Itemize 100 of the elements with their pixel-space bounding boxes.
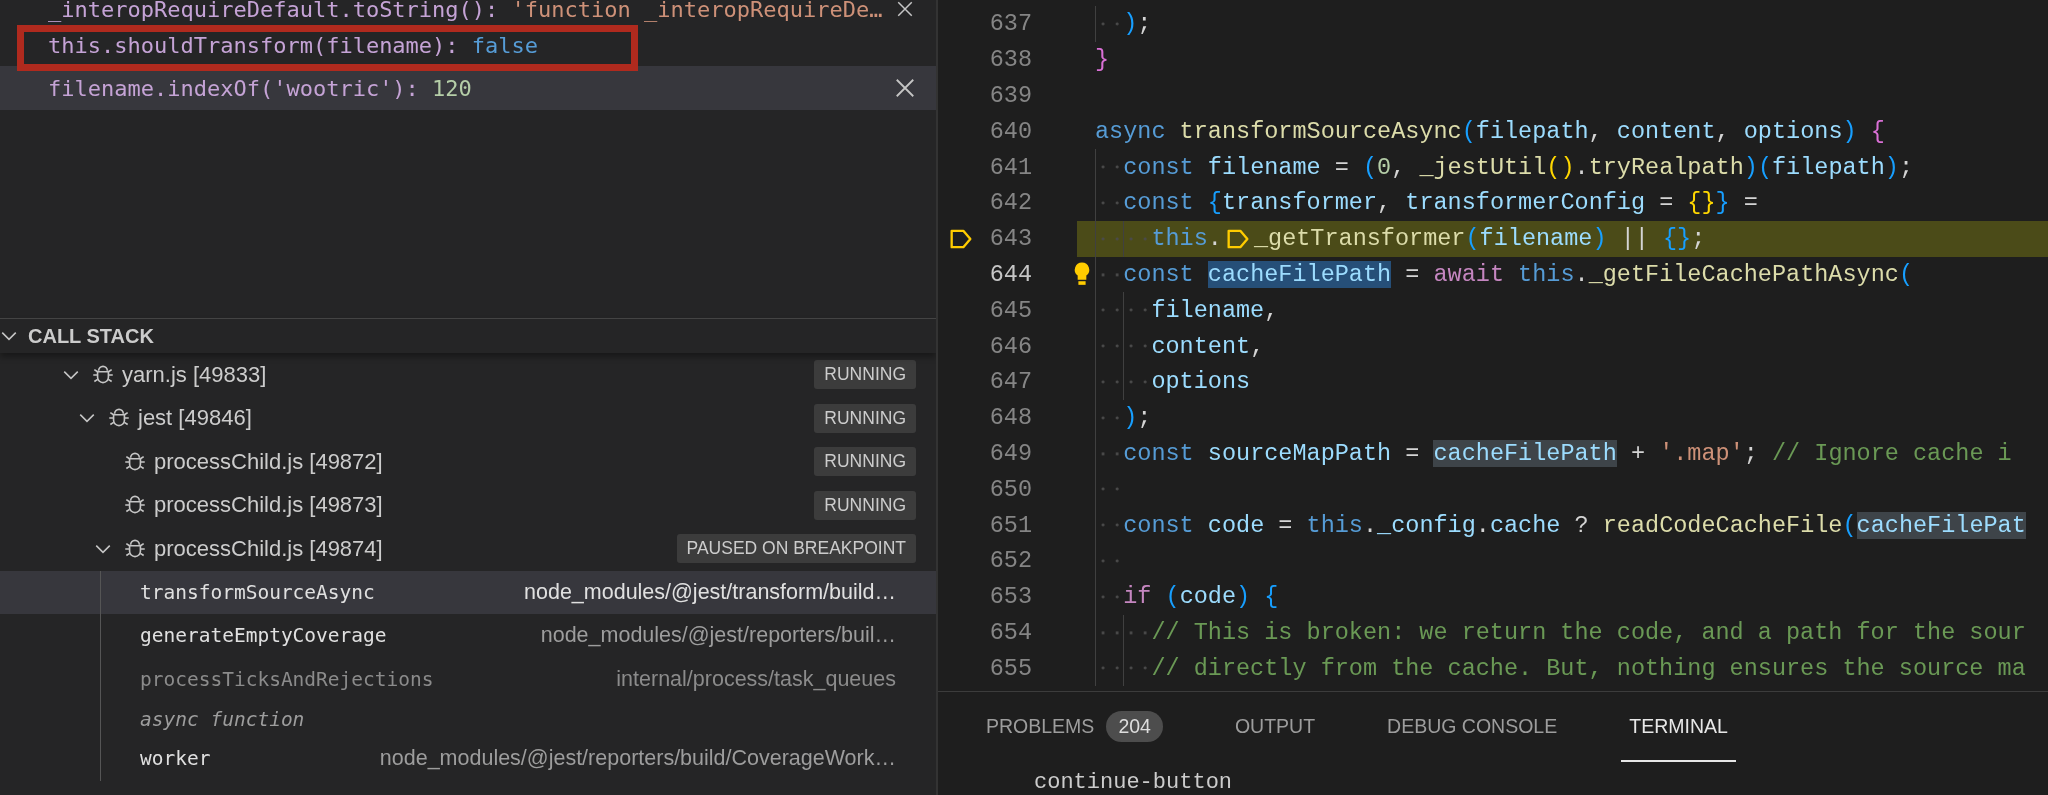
identifier: code <box>1206 511 1265 539</box>
panel-tab[interactable]: PROBLEMS 204 <box>978 692 1171 762</box>
line-number: 647 <box>988 368 1032 396</box>
line-number: 645 <box>988 296 1032 324</box>
code-punctuation: , <box>1250 332 1265 360</box>
panel-tab[interactable]: DEBUG CONSOLE <box>1379 692 1566 762</box>
frame-source: node_modules/@jest/transform/build… <box>523 579 896 605</box>
session-label[interactable]: processChild.js [49872] <box>154 448 383 475</box>
bracket: ) <box>1123 10 1138 38</box>
session-label[interactable]: yarn.js [49833] <box>122 361 267 388</box>
identifier: sourceMapPath <box>1206 439 1392 467</box>
code-punctuation: . <box>1475 511 1490 539</box>
line-number: 653 <box>988 583 1032 611</box>
keyword: this <box>1517 260 1575 288</box>
line-number: 637 <box>988 10 1032 38</box>
watch-row[interactable]: this.shouldTransform(filename): false <box>0 24 936 66</box>
panel-tab[interactable]: TERMINAL <box>1621 692 1736 762</box>
line-number: 650 <box>988 475 1032 503</box>
bracket: ( <box>1461 117 1476 145</box>
code-punctuation: , <box>1264 296 1279 324</box>
session-label[interactable]: processChild.js [49874] <box>154 535 383 562</box>
code-punctuation: || <box>1619 225 1650 253</box>
bracket: } <box>1715 189 1730 217</box>
line-number: 640 <box>988 117 1032 145</box>
section-title[interactable]: CALL STACK <box>28 324 154 348</box>
identifier: _config <box>1377 511 1476 539</box>
line-number: 649 <box>988 439 1032 467</box>
identifier: content <box>1616 117 1716 145</box>
code-punctuation: , <box>1377 189 1393 217</box>
keyword: const <box>1123 153 1194 181</box>
frame-name: generateEmptyCoverage <box>140 624 387 648</box>
stack-frame-row[interactable]: transformSourceAsync node_modules/@jest/transform/build… <box>0 570 936 614</box>
frame-name: processTicksAndRejections <box>140 667 434 691</box>
bracket: ) <box>1592 225 1607 253</box>
code-punctuation: = <box>1404 439 1421 467</box>
line-number: 644 <box>988 260 1032 288</box>
line-number: 643 <box>988 225 1032 253</box>
line-number: 652 <box>988 547 1032 575</box>
line-number: 642 <box>988 189 1032 217</box>
line-number: 641 <box>988 153 1032 181</box>
watch-row[interactable]: _interopRequireDefault.toString(): 'function _interopRequireDe… <box>0 0 936 24</box>
bracket: ) <box>1123 404 1138 432</box>
identifier: transformer <box>1221 189 1378 217</box>
highlighted-identifier: cacheFilePath <box>1433 439 1617 467</box>
keyword: const <box>1123 439 1194 467</box>
bracket: {} <box>1662 225 1692 253</box>
frame-source: node_modules/@jest/reporters/build/CoverageWork… <box>378 746 896 772</box>
status-badge: RUNNING <box>814 360 916 390</box>
code-punctuation: = <box>1277 511 1294 539</box>
code-punctuation: = <box>1742 189 1758 217</box>
highlighted-identifier: cacheFilePat <box>1856 511 2026 539</box>
frame-name: worker <box>140 747 211 771</box>
line-number: 655 <box>988 654 1032 682</box>
number-literal: 0 <box>1377 153 1392 181</box>
status-badge: RUNNING <box>814 447 916 477</box>
function-name: transformSourceAsync <box>1178 117 1462 145</box>
keyword: const <box>1123 189 1194 217</box>
keyword: await <box>1433 260 1504 288</box>
status-badge: RUNNING <box>814 403 916 433</box>
stack-frame-row[interactable]: generateEmptyCoverage node_modules/@jest/reporters/buil… <box>0 614 936 658</box>
identifier: filepath <box>1772 153 1885 181</box>
function-name: readCodeCacheFile <box>1602 511 1843 539</box>
keyword: const <box>1123 511 1194 539</box>
code-punctuation: ; <box>1137 404 1152 432</box>
code-punctuation: = <box>1404 260 1421 288</box>
function-name: _jestUtil <box>1419 153 1547 181</box>
stack-frame-row[interactable]: worker node_modules/@jest/reporters/build/CoverageWork… <box>0 737 936 781</box>
line-number: 638 <box>988 46 1032 74</box>
code-punctuation: ; <box>1743 439 1759 467</box>
function-name: _getTransformer <box>1253 225 1466 253</box>
identifier: filename <box>1151 296 1265 324</box>
close-icon[interactable] <box>894 77 916 99</box>
stack-frame-row[interactable]: processTicksAndRejections internal/process/task_queues <box>0 657 936 701</box>
string-literal: '.map' <box>1659 439 1744 467</box>
watch-row[interactable]: filename.indexOf('wootric'): 120 <box>0 66 936 110</box>
identifier: transformerConfig <box>1405 189 1646 217</box>
status-badge: RUNNING <box>814 490 916 520</box>
code-punctuation: , <box>1391 153 1407 181</box>
code-punctuation: ; <box>1898 153 1914 181</box>
terminal-text: continue-button <box>1033 769 1234 795</box>
code-punctuation: ; <box>1691 225 1706 253</box>
bracket: ( <box>1842 511 1857 539</box>
panel-tab[interactable]: OUTPUT <box>1226 692 1324 762</box>
identifier: filename <box>1479 225 1593 253</box>
bracket: ) <box>1236 583 1251 611</box>
session-label[interactable]: jest [49846] <box>138 405 252 432</box>
code-punctuation: . <box>1362 511 1378 539</box>
line-number: 639 <box>988 82 1032 109</box>
identifier: options <box>1151 368 1251 396</box>
line-number: 646 <box>988 332 1032 360</box>
code-comment: // Ignore cache i <box>1771 439 2012 467</box>
line-number: 651 <box>988 511 1032 539</box>
keyword: this <box>1306 511 1363 539</box>
line-number: 654 <box>988 618 1032 646</box>
bracket: { <box>1263 583 1279 611</box>
watch-value: 120 <box>432 75 472 101</box>
lightbulb-icon[interactable] <box>1073 261 1091 288</box>
bracket: { <box>1206 189 1222 217</box>
session-label[interactable]: processChild.js [49873] <box>154 492 383 519</box>
count-badge: 204 <box>1106 710 1163 742</box>
